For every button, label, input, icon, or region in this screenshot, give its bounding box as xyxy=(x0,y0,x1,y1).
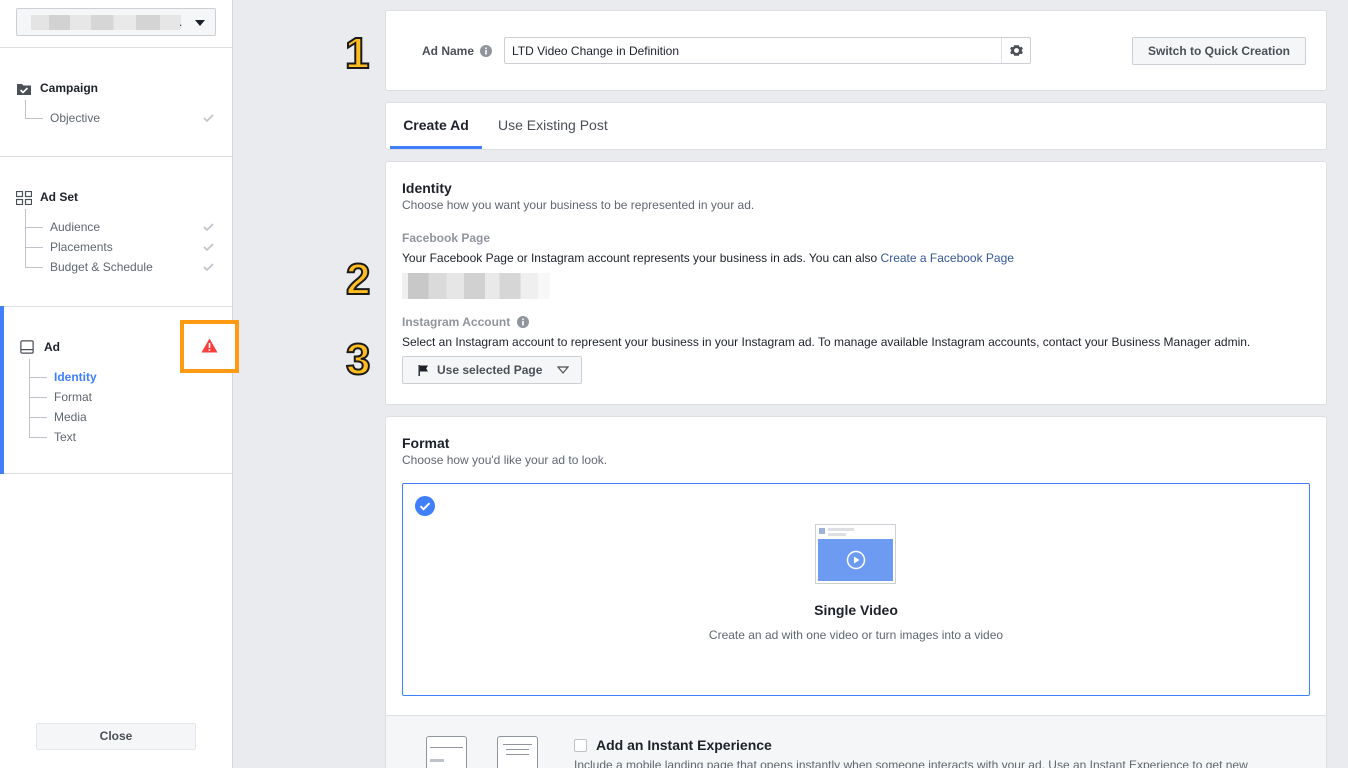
account-name-suffix: . xyxy=(179,15,183,29)
instant-experience-description: Include a mobile landing page that opens… xyxy=(574,758,1248,768)
nav-title-ad[interactable]: Ad xyxy=(44,340,60,354)
nav-item-text[interactable]: Text xyxy=(54,430,76,444)
instant-experience-preview-icon xyxy=(426,736,467,768)
instagram-account-label: Instagram Account xyxy=(402,315,529,329)
annotation-3: 3 xyxy=(345,335,372,384)
facebook-page-label: Facebook Page xyxy=(402,231,491,245)
thumbnail-avatar xyxy=(819,528,825,534)
check-icon xyxy=(203,263,214,271)
single-video-thumbnail xyxy=(815,524,896,584)
check-icon xyxy=(203,223,214,231)
sidebar: . Campaign Objective Ad Set Audience Pla… xyxy=(0,0,239,768)
gear-icon xyxy=(1010,45,1023,56)
tab-create-ad[interactable]: Create Ad xyxy=(390,103,482,149)
folder-check-icon xyxy=(17,84,31,95)
single-video-description: Create an ad with one video or turn imag… xyxy=(708,628,1004,642)
ad-name-label: Ad Name xyxy=(422,44,493,58)
tree-line xyxy=(25,247,43,248)
mock-line xyxy=(430,747,463,748)
nav-section-adset: Ad Set Audience Placements Budget & Sche… xyxy=(0,156,232,306)
chevron-down-icon xyxy=(195,20,205,26)
nav-item-placements[interactable]: Placements xyxy=(50,240,113,254)
info-icon[interactable] xyxy=(516,316,529,328)
nav-item-budget-schedule[interactable]: Budget & Schedule xyxy=(50,260,153,274)
ad-name-settings-button[interactable] xyxy=(1001,38,1030,63)
thumbnail-video xyxy=(818,539,893,581)
close-button[interactable]: Close xyxy=(36,723,196,750)
tree-line xyxy=(25,100,26,118)
tree-line xyxy=(29,359,30,437)
format-subtitle: Choose how you'd like your ad to look. xyxy=(402,453,608,467)
identity-subtitle: Choose how you want your business to be … xyxy=(402,198,755,212)
ad-name-input[interactable]: LTD Video Change in Definition xyxy=(504,37,1031,64)
instant-experience-template-icon xyxy=(497,736,538,768)
nav-section-campaign: Campaign Objective xyxy=(0,47,232,156)
play-icon xyxy=(846,550,866,570)
create-facebook-page-link[interactable]: Create a Facebook Page xyxy=(881,251,1014,265)
annotation-1: 1 xyxy=(344,29,371,78)
tree-line xyxy=(25,267,43,268)
format-card: Format Choose how you'd like your ad to … xyxy=(385,416,1327,768)
active-section-indicator xyxy=(0,306,4,474)
check-icon xyxy=(203,114,214,122)
check-icon xyxy=(203,243,214,251)
switch-to-quick-creation-button[interactable]: Switch to Quick Creation xyxy=(1132,37,1306,65)
grid-icon xyxy=(16,191,32,205)
tree-line xyxy=(29,417,47,418)
instant-experience-section: Add an Instant Experience Include a mobi… xyxy=(386,715,1326,768)
format-option-single-video[interactable]: Single Video Create an ad with one video… xyxy=(402,483,1310,696)
nav-item-format[interactable]: Format xyxy=(54,390,92,404)
ad-name-card: Ad Name LTD Video Change in Definition S… xyxy=(385,10,1327,91)
single-video-title: Single Video xyxy=(814,602,898,618)
mock-line xyxy=(503,744,532,745)
instagram-account-select[interactable]: Use selected Page xyxy=(402,356,582,384)
instant-experience-title: Add an Instant Experience xyxy=(596,737,772,753)
tree-line xyxy=(25,118,43,119)
thumbnail-line xyxy=(828,533,846,536)
instagram-account-select-label: Use selected Page xyxy=(437,363,543,377)
facebook-page-description: Your Facebook Page or Instagram account … xyxy=(402,251,1014,265)
ad-name-label-text: Ad Name xyxy=(422,44,475,58)
identity-card: Identity Choose how you want your busine… xyxy=(385,161,1327,405)
format-title: Format xyxy=(402,435,450,451)
instant-experience-checkbox[interactable] xyxy=(574,739,587,752)
ad-icon xyxy=(20,340,34,354)
nav-item-audience[interactable]: Audience xyxy=(50,220,100,234)
tree-line xyxy=(29,437,47,438)
facebook-page-text: Your Facebook Page or Instagram account … xyxy=(402,251,881,265)
nav-item-objective[interactable]: Objective xyxy=(50,111,100,125)
tree-line xyxy=(29,397,47,398)
nav-title-campaign[interactable]: Campaign xyxy=(40,81,98,95)
thumbnail-line xyxy=(828,528,854,531)
tree-line xyxy=(29,377,47,378)
tabs-card: Create Ad Use Existing Post xyxy=(385,102,1327,150)
nav-item-identity[interactable]: Identity xyxy=(54,370,97,384)
ad-name-value: LTD Video Change in Definition xyxy=(512,44,679,58)
mock-line xyxy=(506,749,529,750)
chevron-down-icon xyxy=(557,366,569,374)
annotation-2: 2 xyxy=(345,255,372,304)
instagram-account-description: Select an Instagram account to represent… xyxy=(402,335,1251,349)
account-name-redacted xyxy=(31,15,181,30)
identity-title: Identity xyxy=(402,180,452,196)
account-selector[interactable]: . xyxy=(16,8,216,36)
info-icon[interactable] xyxy=(480,45,493,57)
nav-item-media[interactable]: Media xyxy=(54,410,87,424)
nav-title-adset[interactable]: Ad Set xyxy=(40,190,78,204)
instagram-account-label-text: Instagram Account xyxy=(402,315,511,329)
facebook-page-redacted[interactable] xyxy=(402,273,550,299)
tree-line xyxy=(25,209,26,267)
flag-icon xyxy=(418,365,428,376)
mock-line xyxy=(430,759,444,762)
checked-circle-icon xyxy=(415,496,435,516)
tree-line xyxy=(25,227,43,228)
warning-icon xyxy=(201,338,218,353)
tab-use-existing-post[interactable]: Use Existing Post xyxy=(498,103,608,149)
warning-highlight xyxy=(180,320,239,373)
mock-line xyxy=(506,754,529,755)
